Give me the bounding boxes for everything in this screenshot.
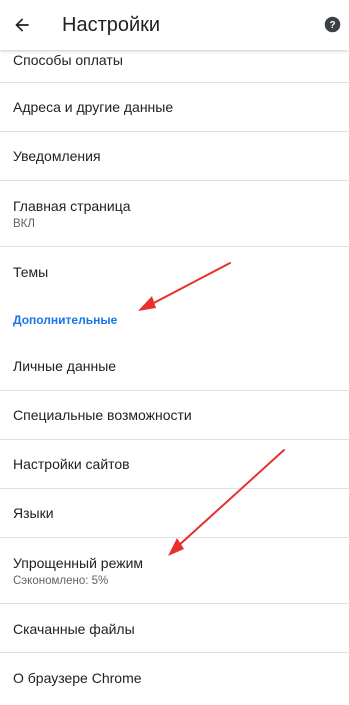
svg-text:?: ?: [329, 20, 335, 31]
settings-item-lite-mode[interactable]: Упрощенный режим Сэкономлено: 5%: [0, 538, 349, 604]
settings-item-label: Адреса и другие данные: [13, 99, 174, 115]
settings-item-label: Способы оплаты: [13, 52, 123, 68]
settings-item-label: Настройки сайтов: [13, 456, 130, 472]
settings-item-themes[interactable]: Темы: [0, 247, 349, 296]
back-button[interactable]: [6, 9, 38, 41]
settings-list: Способы оплаты Адреса и другие данные Ув…: [0, 0, 349, 705]
help-icon: ?: [324, 16, 340, 32]
settings-item-label: Уведомления: [13, 148, 101, 164]
settings-item-label: О браузере Chrome: [13, 670, 142, 686]
settings-item-homepage[interactable]: Главная страница ВКЛ: [0, 181, 349, 247]
settings-item-downloads[interactable]: Скачанные файлы: [0, 604, 349, 653]
settings-item-label: Темы: [13, 264, 49, 280]
settings-item-label: Личные данные: [13, 358, 117, 374]
settings-item-languages[interactable]: Языки: [0, 489, 349, 538]
settings-item-notifications[interactable]: Уведомления: [0, 132, 349, 181]
settings-item-label: Языки: [13, 505, 54, 521]
page-title: Настройки: [62, 14, 161, 36]
settings-item-label: Специальные возможности: [13, 407, 192, 423]
settings-item-addresses[interactable]: Адреса и другие данные: [0, 83, 349, 132]
settings-item-privacy[interactable]: Личные данные: [0, 342, 349, 391]
settings-item-site-settings[interactable]: Настройки сайтов: [0, 440, 349, 489]
settings-item-about-chrome[interactable]: О браузере Chrome: [0, 653, 349, 705]
settings-item-status: Сэкономлено: 5%: [13, 575, 109, 587]
settings-item-label: Скачанные файлы: [13, 621, 135, 637]
settings-item-label: Упрощенный режим: [13, 555, 144, 571]
help-button[interactable]: ?: [323, 15, 341, 33]
settings-item-status: ВКЛ: [13, 218, 35, 230]
arrow-back-icon: [15, 18, 29, 32]
app-bar: Настройки ?: [0, 0, 349, 50]
section-header-advanced: Дополнительные: [13, 313, 118, 327]
settings-item-accessibility[interactable]: Специальные возможности: [0, 391, 349, 440]
settings-item-label: Главная страница: [13, 198, 131, 214]
